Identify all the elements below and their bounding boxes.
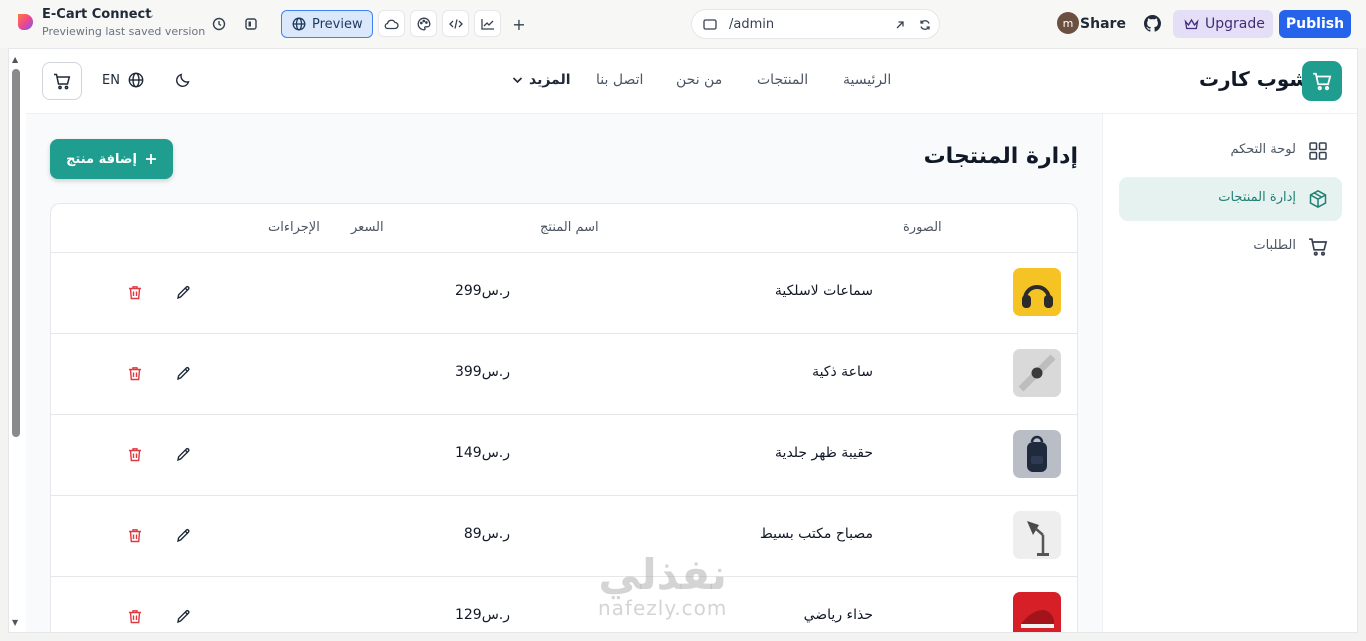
column-header-image: الصورة: [903, 220, 942, 235]
package-box-icon: [1309, 189, 1327, 209]
device-icon[interactable]: [703, 19, 717, 30]
sidebar-item-label: إدارة المنتجات: [1218, 190, 1296, 205]
open-external-icon[interactable]: [895, 20, 905, 30]
dark-mode-moon-icon[interactable]: [175, 72, 191, 88]
trash-icon[interactable]: [125, 444, 145, 464]
table-row: سماعات لاسلكية 299ر.س: [51, 253, 1077, 334]
nav-more-label: المزيد: [529, 72, 571, 88]
code-icon[interactable]: [442, 10, 469, 37]
globe-icon: [128, 72, 144, 88]
scrollbar[interactable]: ▲ ▼: [9, 55, 20, 627]
edit-pencil-icon[interactable]: [173, 363, 193, 383]
analytics-chart-icon[interactable]: [474, 10, 501, 37]
table-row: مصباح مكتب بسيط 89ر.س: [51, 496, 1077, 577]
column-header-price: السعر: [351, 220, 384, 235]
sidebar-toggle-icon[interactable]: [238, 11, 264, 37]
upgrade-button[interactable]: Upgrade: [1173, 10, 1273, 38]
github-icon[interactable]: [1144, 15, 1161, 32]
url-bar[interactable]: /admin: [691, 9, 940, 39]
page-title: إدارة المنتجات: [923, 144, 1078, 169]
chevron-down-icon[interactable]: ⌄: [146, 8, 155, 21]
main-content: إضافة منتج إدارة المنتجات الصورة اسم الم…: [26, 114, 1102, 632]
cart-button[interactable]: [42, 62, 82, 100]
product-image-desk-lamp: [1013, 511, 1061, 559]
url-text[interactable]: /admin: [729, 17, 774, 32]
globe-icon: [292, 17, 306, 31]
add-product-button[interactable]: إضافة منتج: [50, 139, 173, 179]
nav-about[interactable]: من نحن: [676, 72, 722, 88]
edit-pencil-icon[interactable]: [173, 525, 193, 545]
nav-more-dropdown[interactable]: المزيد: [512, 72, 571, 88]
edit-pencil-icon[interactable]: [173, 444, 193, 464]
editor-toolbar: E-Cart Connect ⌄ Previewing last saved v…: [0, 0, 1366, 48]
refresh-icon[interactable]: [919, 19, 931, 31]
table-row: ساعة ذكية 399ر.س: [51, 334, 1077, 415]
sidebar-item-label: لوحة التحكم: [1230, 142, 1296, 157]
trash-icon[interactable]: [125, 606, 145, 626]
site-header: EN المزيد اتصل بنا من نحن المنتجات الرئي…: [26, 49, 1357, 114]
cart-icon: [54, 73, 71, 89]
cart-icon: [1309, 238, 1328, 256]
product-image-headphones: [1013, 268, 1061, 316]
preview-button[interactable]: Preview: [281, 10, 373, 38]
palette-icon[interactable]: [410, 10, 437, 37]
nav-home[interactable]: الرئيسية: [843, 72, 891, 88]
nav-contact[interactable]: اتصل بنا: [596, 72, 643, 88]
preview-label: Preview: [312, 16, 363, 32]
sidebar-item-dashboard[interactable]: لوحة التحكم: [1119, 129, 1342, 173]
project-name[interactable]: E-Cart Connect: [42, 7, 151, 22]
table-row: حذاء رياضي 129ر.س: [51, 577, 1077, 632]
trash-icon[interactable]: [125, 525, 145, 545]
nav-products[interactable]: المنتجات: [757, 72, 808, 88]
column-header-name: اسم المنتج: [540, 220, 599, 235]
add-product-label: إضافة منتج: [66, 151, 137, 167]
product-name: حقيبة ظهر جلدية: [775, 445, 873, 461]
language-switcher[interactable]: EN: [102, 72, 144, 88]
admin-sidebar: لوحة التحكم إدارة المنتجات الطلبات: [1102, 114, 1357, 632]
product-price: 89ر.س: [463, 526, 510, 542]
brand-logo[interactable]: [1302, 61, 1342, 101]
product-image-smart-watch: [1013, 349, 1061, 397]
add-tab-icon[interactable]: +: [506, 11, 532, 37]
trash-icon[interactable]: [125, 363, 145, 383]
table-row: حقيبة ظهر جلدية 149ر.س: [51, 415, 1077, 496]
history-icon[interactable]: [206, 11, 232, 37]
product-name: ساعة ذكية: [812, 364, 873, 380]
plus-icon: [145, 154, 156, 164]
sidebar-item-products[interactable]: إدارة المنتجات: [1119, 177, 1342, 221]
share-button[interactable]: Share: [1075, 10, 1131, 38]
cloud-icon[interactable]: [378, 10, 405, 37]
project-status: Previewing last saved version: [42, 25, 206, 38]
column-header-actions: الإجراءات: [268, 220, 320, 235]
upgrade-label: Upgrade: [1205, 16, 1265, 32]
edit-pencil-icon[interactable]: [173, 282, 193, 302]
product-image-sneaker: [1013, 592, 1061, 632]
edit-pencil-icon[interactable]: [173, 606, 193, 626]
product-name: مصباح مكتب بسيط: [759, 526, 873, 542]
products-table: الصورة اسم المنتج السعر الإجراءات سماعات…: [50, 203, 1078, 632]
product-price: 399ر.س: [454, 364, 510, 380]
product-name: حذاء رياضي: [803, 607, 873, 623]
product-price: 129ر.س: [454, 607, 510, 623]
sidebar-item-orders[interactable]: الطلبات: [1119, 225, 1342, 269]
crown-icon: [1184, 18, 1199, 29]
preview-frame: ▲ ▼ EN المزيد اتصل بنا من نحن المنتجات ا…: [8, 48, 1358, 633]
dashboard-grid-icon: [1309, 142, 1327, 160]
product-price: 149ر.س: [454, 445, 510, 461]
trash-icon[interactable]: [125, 282, 145, 302]
sidebar-item-label: الطلبات: [1253, 238, 1296, 253]
scrollbar-thumb[interactable]: [12, 69, 20, 437]
language-label: EN: [102, 72, 120, 88]
brand-name[interactable]: شوب كارت: [1199, 67, 1309, 91]
app-logo-icon[interactable]: [15, 12, 37, 34]
chevron-down-icon: [512, 77, 523, 84]
product-price: 299ر.س: [454, 283, 510, 299]
product-name: سماعات لاسلكية: [774, 283, 873, 299]
publish-button[interactable]: Publish: [1279, 10, 1351, 38]
product-image-backpack: [1013, 430, 1061, 478]
cart-icon: [1313, 72, 1332, 90]
